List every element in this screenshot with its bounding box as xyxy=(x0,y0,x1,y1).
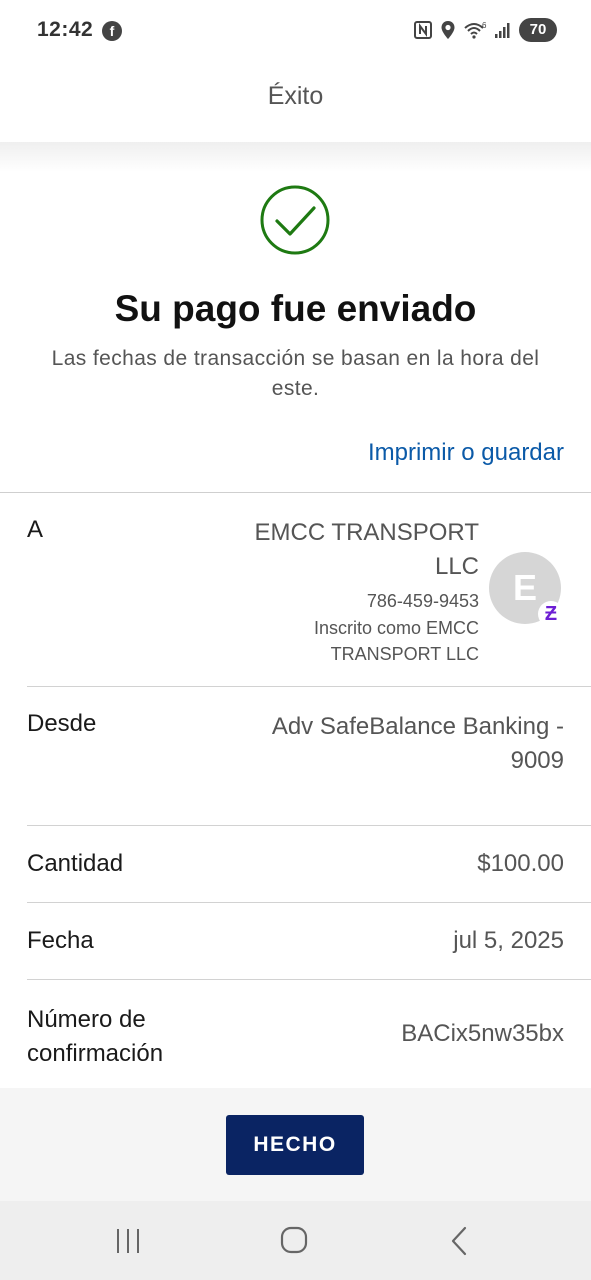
svg-text:6: 6 xyxy=(482,21,487,30)
check-circle-icon xyxy=(260,185,330,255)
divider xyxy=(27,825,591,826)
from-account: Adv SafeBalance Banking - 9009 xyxy=(271,713,564,774)
success-subtitle: Las fechas de transacción se basan en la… xyxy=(51,347,540,400)
battery-indicator: 70 xyxy=(519,18,557,42)
amount-value: $100.00 xyxy=(477,850,564,877)
divider xyxy=(0,492,591,493)
success-title: Su pago fue enviado xyxy=(114,288,477,329)
facebook-icon: f xyxy=(102,21,122,41)
from-label: Desde xyxy=(27,710,97,737)
home-icon[interactable] xyxy=(274,1223,314,1259)
divider xyxy=(27,979,591,980)
confirmation-label: Número de confirmación xyxy=(27,1006,164,1067)
location-icon xyxy=(441,21,455,39)
amount-label: Cantidad xyxy=(27,850,124,877)
status-bar: 12:42 f 6 70 xyxy=(0,0,591,62)
date-value: jul 5, 2025 xyxy=(453,927,564,954)
recipient-info: EMCC TRANSPORT LLC 786-459-9453 Inscrito… xyxy=(249,516,479,667)
status-time: 12:42 xyxy=(37,18,94,41)
recipient-name: EMCC TRANSPORT LLC xyxy=(254,519,479,580)
recipient-phone: 786-459-9453 xyxy=(366,591,479,611)
divider xyxy=(27,902,591,903)
page-title: Éxito xyxy=(267,82,324,110)
done-button[interactable]: HECHO xyxy=(226,1115,364,1175)
signal-icon xyxy=(495,23,510,38)
zelle-icon: Ƶ xyxy=(538,601,564,627)
divider xyxy=(27,686,591,687)
confirmation-number: BACix5nw35bx xyxy=(401,1020,564,1047)
print-or-save-link[interactable]: Imprimir o guardar xyxy=(368,439,564,467)
status-icons: 6 70 xyxy=(413,17,557,43)
to-label: A xyxy=(27,516,44,543)
recipient-registered-as: Inscrito como EMCC TRANSPORT LLC xyxy=(313,618,479,664)
app-header: Éxito xyxy=(0,62,591,142)
recent-apps-icon[interactable] xyxy=(108,1223,148,1259)
wifi-icon: 6 xyxy=(464,21,487,39)
system-nav-bar xyxy=(0,1201,591,1280)
nfc-icon xyxy=(414,21,432,39)
header-shadow xyxy=(0,142,591,172)
back-icon[interactable] xyxy=(440,1223,480,1259)
date-label: Fecha xyxy=(27,927,94,954)
